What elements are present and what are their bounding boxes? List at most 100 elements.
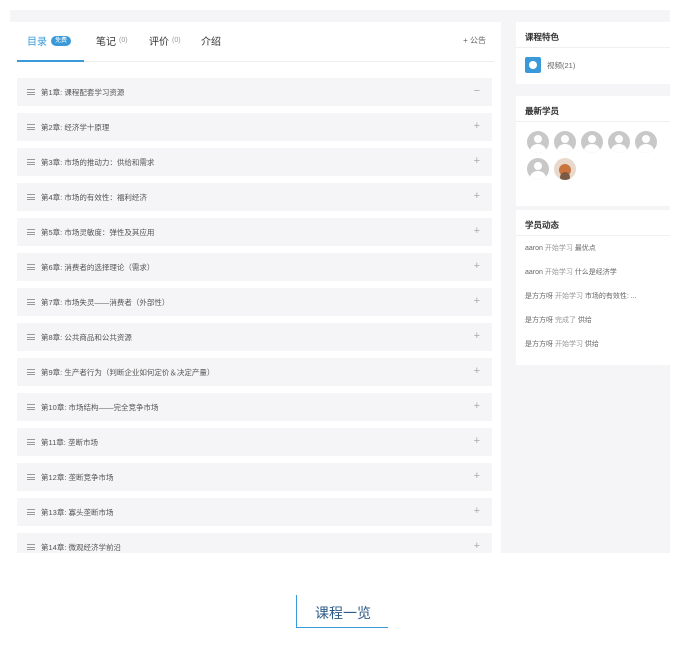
chapter-row[interactable]: 第2章: 经济学十原理 + — [17, 113, 492, 141]
activity-target: 供给 — [577, 317, 592, 324]
menu-icon — [27, 334, 35, 340]
activity-verb: 开始学习 — [554, 293, 583, 300]
expand-icon[interactable]: + — [474, 470, 480, 482]
screenshot-frame: 目录 免费 笔记 (0) 评价 (0) 介绍 + 公告 第1章: 课程配套学习资… — [10, 10, 670, 553]
expand-icon[interactable]: + — [474, 540, 480, 552]
activity-verb: 开始学习 — [544, 269, 573, 276]
tab-intro-label: 介绍 — [201, 37, 221, 48]
menu-icon — [27, 369, 35, 375]
chapter-row[interactable]: 第14章: 微观经济学前沿 + — [17, 533, 492, 553]
tab-catalog-label: 目录 — [27, 37, 47, 48]
menu-icon — [27, 229, 35, 235]
activity-target: 最优点 — [574, 245, 596, 252]
chapter-row[interactable]: 第3章: 市场的推动力：供给和需求 + — [17, 148, 492, 176]
feature-video[interactable]: 视频(21) — [516, 48, 670, 73]
notice-button[interactable]: + 公告 — [463, 35, 486, 46]
chapter-row[interactable]: 第6章: 消费者的选择理论（需求） + — [17, 253, 492, 281]
expand-icon[interactable]: + — [474, 225, 480, 237]
menu-icon — [27, 194, 35, 200]
chapter-title: 第8章: 公共商品和公共资源 — [41, 332, 132, 342]
tab-reviews-label: 评价 — [149, 37, 169, 48]
avatar[interactable] — [527, 158, 549, 180]
chapter-row[interactable]: 第11章: 垄断市场 + — [17, 428, 492, 456]
tab-reviews-count: (0) — [172, 37, 181, 44]
activity-title: 学员动态 — [516, 210, 670, 236]
activity-list: aaron 开始学习 最优点 aaron 开始学习 什么是经济学 是方方呀 开始… — [516, 236, 670, 363]
expand-icon[interactable]: + — [474, 155, 480, 167]
menu-icon — [27, 544, 35, 550]
tab-notes-label: 笔记 — [96, 37, 116, 48]
chapter-title: 第4章: 市场的有效性：福利经济 — [41, 192, 147, 202]
students-title: 最新学员 — [516, 96, 670, 122]
chapter-title: 第2章: 经济学十原理 — [41, 122, 110, 132]
activity-item[interactable]: 是方方呀 完成了 供给 — [525, 315, 670, 339]
menu-icon — [27, 404, 35, 410]
expand-icon[interactable]: + — [474, 260, 480, 272]
activity-panel: 学员动态 aaron 开始学习 最优点 aaron 开始学习 什么是经济学 是方… — [516, 210, 670, 365]
activity-verb: 开始学习 — [554, 341, 583, 348]
chapter-title: 第1章: 课程配套学习资源 — [41, 87, 125, 97]
activity-user: aaron — [525, 245, 543, 252]
chapter-title: 第14章: 微观经济学前沿 — [41, 542, 122, 552]
menu-icon — [27, 264, 35, 270]
menu-icon — [27, 89, 35, 95]
activity-target: 供给 — [584, 341, 599, 348]
features-title: 课程特色 — [516, 22, 670, 48]
activity-user: 是方方呀 — [525, 341, 553, 348]
activity-user: 是方方呀 — [525, 293, 553, 300]
chapter-title: 第5章: 市场灵敏度：弹性及其应用 — [41, 227, 155, 237]
chapter-row[interactable]: 第10章: 市场结构——完全竞争市场 + — [17, 393, 492, 421]
tab-catalog[interactable]: 目录 免费 — [27, 33, 72, 48]
activity-item[interactable]: aaron 开始学习 最优点 — [525, 243, 670, 267]
tab-notes[interactable]: 笔记 (0) — [96, 33, 128, 48]
chapter-row[interactable]: 第12章: 垄断竞争市场 + — [17, 463, 492, 491]
chapter-row[interactable]: 第4章: 市场的有效性：福利经济 + — [17, 183, 492, 211]
chapter-title: 第10章: 市场结构——完全竞争市场 — [41, 402, 159, 412]
chapter-row[interactable]: 第8章: 公共商品和公共资源 + — [17, 323, 492, 351]
avatar[interactable] — [554, 131, 576, 153]
free-badge: 免费 — [51, 35, 72, 46]
avatar-list — [516, 122, 670, 185]
chapter-row[interactable]: 第5章: 市场灵敏度：弹性及其应用 + — [17, 218, 492, 246]
caption-text: 课程一览 — [315, 605, 371, 621]
chapter-row[interactable]: 第7章: 市场失灵——消费者（外部性） + — [17, 288, 492, 316]
chapter-title: 第6章: 消费者的选择理论（需求） — [41, 262, 155, 272]
activity-item[interactable]: aaron 开始学习 什么是经济学 — [525, 267, 670, 291]
activity-user: 是方方呀 — [525, 317, 553, 324]
chapter-row[interactable]: 第1章: 课程配套学习资源 − — [17, 78, 492, 106]
activity-verb: 开始学习 — [544, 245, 573, 252]
tab-notes-count: (0) — [119, 37, 128, 44]
tab-reviews[interactable]: 评价 (0) — [149, 33, 181, 48]
expand-icon[interactable]: + — [474, 505, 480, 517]
activity-target: 什么是经济学 — [574, 269, 617, 276]
activity-target: 市场的有效性: ... — [584, 293, 637, 300]
avatar[interactable] — [635, 131, 657, 153]
expand-icon[interactable]: + — [474, 400, 480, 412]
feature-video-label: 视频(21) — [547, 60, 576, 70]
expand-icon[interactable]: + — [474, 295, 480, 307]
avatar[interactable] — [608, 131, 630, 153]
expand-icon[interactable]: + — [474, 330, 480, 342]
active-tab-underline — [17, 60, 84, 62]
tab-intro[interactable]: 介绍 — [201, 33, 221, 48]
menu-icon — [27, 474, 35, 480]
expand-icon[interactable]: + — [474, 365, 480, 377]
chapter-title: 第13章: 寡头垄断市场 — [41, 507, 114, 517]
chapter-title: 第9章: 生产者行为（判断企业如何定价＆决定产量） — [41, 367, 215, 377]
chapter-title: 第3章: 市场的推动力：供给和需求 — [41, 157, 155, 167]
chapter-row[interactable]: 第13章: 寡头垄断市场 + — [17, 498, 492, 526]
avatar[interactable] — [581, 131, 603, 153]
chapter-row[interactable]: 第9章: 生产者行为（判断企业如何定价＆决定产量） + — [17, 358, 492, 386]
video-icon — [525, 57, 541, 73]
avatar[interactable] — [554, 158, 576, 180]
collapse-icon[interactable]: − — [474, 85, 480, 97]
activity-item[interactable]: 是方方呀 开始学习 供给 — [525, 339, 670, 363]
expand-icon[interactable]: + — [474, 435, 480, 447]
tab-bar: 目录 免费 笔记 (0) 评价 (0) 介绍 + 公告 — [17, 22, 494, 62]
menu-icon — [27, 509, 35, 515]
expand-icon[interactable]: + — [474, 120, 480, 132]
features-panel: 课程特色 视频(21) — [516, 22, 670, 84]
activity-item[interactable]: 是方方呀 开始学习 市场的有效性: ... — [525, 291, 670, 315]
avatar[interactable] — [527, 131, 549, 153]
expand-icon[interactable]: + — [474, 190, 480, 202]
